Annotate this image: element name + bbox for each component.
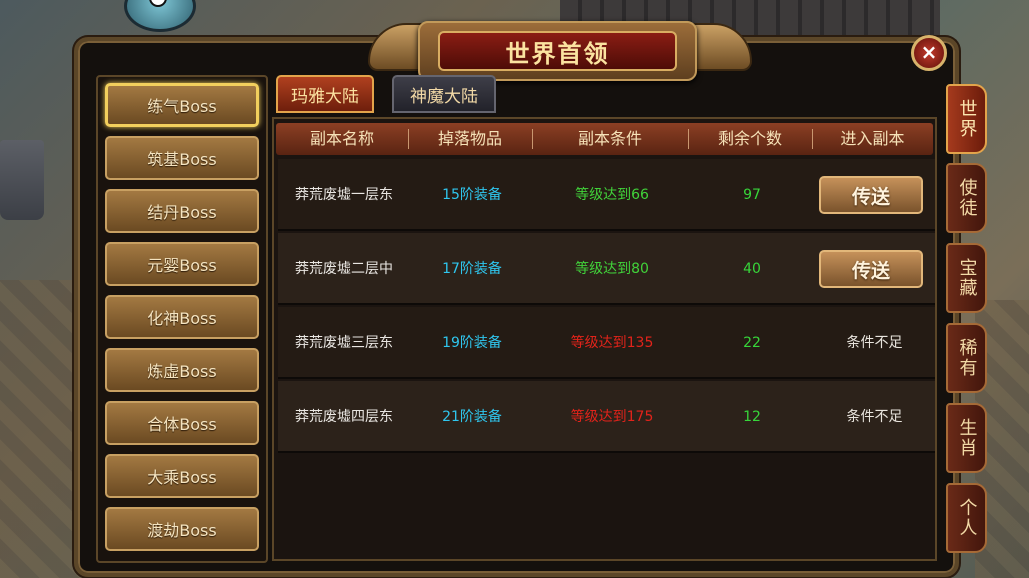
dungeon-name: 莽荒废墟二层中	[295, 261, 393, 277]
insufficient-status: 条件不足	[846, 409, 903, 425]
header-dungeon-name: 副本名称	[309, 129, 374, 148]
header-condition: 副本条件	[577, 129, 642, 148]
condition-text: 等级达到135	[570, 335, 654, 351]
boss-tier-sidebar: 练气Boss 筑基Boss 结丹Boss 元婴Boss 化神Boss 炼虚Bos…	[96, 75, 268, 563]
remaining-count: 97	[743, 187, 761, 203]
table-row: 莽荒废墟三层东 19阶装备 等级达到135 22 条件不足	[278, 307, 935, 379]
tab-maya-continent[interactable]: 玛雅大陆	[276, 75, 374, 113]
title-plate: 世界首领	[418, 21, 697, 81]
sidebar-item-yuanying[interactable]: 元婴Boss	[105, 242, 259, 286]
drop-item: 15阶装备	[442, 187, 502, 203]
condition-text: 等级达到66	[575, 187, 649, 203]
mascot-avatar-icon[interactable]	[124, 0, 196, 32]
tab-shenmo-continent[interactable]: 神魔大陆	[392, 75, 496, 113]
header-remaining: 剩余个数	[717, 129, 782, 148]
sidebar-item-lianxu[interactable]: 炼虚Boss	[105, 348, 259, 392]
table-row: 莽荒废墟一层东 15阶装备 等级达到66 97 传送	[278, 159, 935, 231]
sidebar-item-heti[interactable]: 合体Boss	[105, 401, 259, 445]
dungeon-name: 莽荒废墟四层东	[295, 409, 393, 425]
teleport-button[interactable]: 传送	[819, 250, 923, 288]
header-enter: 进入副本	[840, 129, 905, 148]
header-drop-items: 掉落物品	[437, 129, 502, 148]
side-tab-personal[interactable]: 个人	[946, 483, 987, 553]
sidebar-item-zhuji[interactable]: 筑基Boss	[105, 136, 259, 180]
sidebar-item-dacheng[interactable]: 大乘Boss	[105, 454, 259, 498]
mascot-eye	[149, 0, 167, 7]
table-row: 莽荒废墟二层中 17阶装备 等级达到80 40 传送	[278, 233, 935, 305]
table-header: 副本名称 掉落物品 副本条件 剩余个数 进入副本	[276, 123, 933, 155]
dungeon-table: 副本名称 掉落物品 副本条件 剩余个数 进入副本 莽荒废墟一层东 15阶装备 等…	[272, 117, 937, 561]
dungeon-name: 莽荒废墟三层东	[295, 335, 393, 351]
insufficient-status: 条件不足	[846, 335, 903, 351]
background-stone-lantern	[0, 140, 44, 220]
remaining-count: 22	[743, 335, 761, 351]
condition-text: 等级达到175	[570, 409, 654, 425]
side-tab-apostle[interactable]: 使徒	[946, 163, 987, 233]
remaining-count: 12	[743, 409, 761, 425]
table-row: 莽荒废墟四层东 21阶装备 等级达到175 12 条件不足	[278, 381, 935, 453]
side-tab-treasure[interactable]: 宝藏	[946, 243, 987, 313]
window-title: 世界首领	[438, 31, 677, 71]
world-boss-window: 世界首领 × 练气Boss 筑基Boss 结丹Boss 元婴Boss 化神Bos…	[74, 21, 959, 577]
sidebar-item-dujie[interactable]: 渡劫Boss	[105, 507, 259, 551]
drop-item: 21阶装备	[442, 409, 502, 425]
side-tab-world[interactable]: 世界	[946, 84, 987, 154]
drop-item: 17阶装备	[442, 261, 502, 277]
close-button[interactable]: ×	[911, 35, 947, 71]
condition-text: 等级达到80	[575, 261, 649, 277]
drop-item: 19阶装备	[442, 335, 502, 351]
sidebar-item-lianqi[interactable]: 练气Boss	[105, 83, 259, 127]
dungeon-name: 莽荒废墟一层东	[295, 187, 393, 203]
sidebar-item-huashen[interactable]: 化神Boss	[105, 295, 259, 339]
sidebar-item-jiedan[interactable]: 结丹Boss	[105, 189, 259, 233]
remaining-count: 40	[743, 261, 761, 277]
side-tab-zodiac[interactable]: 生肖	[946, 403, 987, 473]
side-tab-rare[interactable]: 稀有	[946, 323, 987, 393]
teleport-button[interactable]: 传送	[819, 176, 923, 214]
